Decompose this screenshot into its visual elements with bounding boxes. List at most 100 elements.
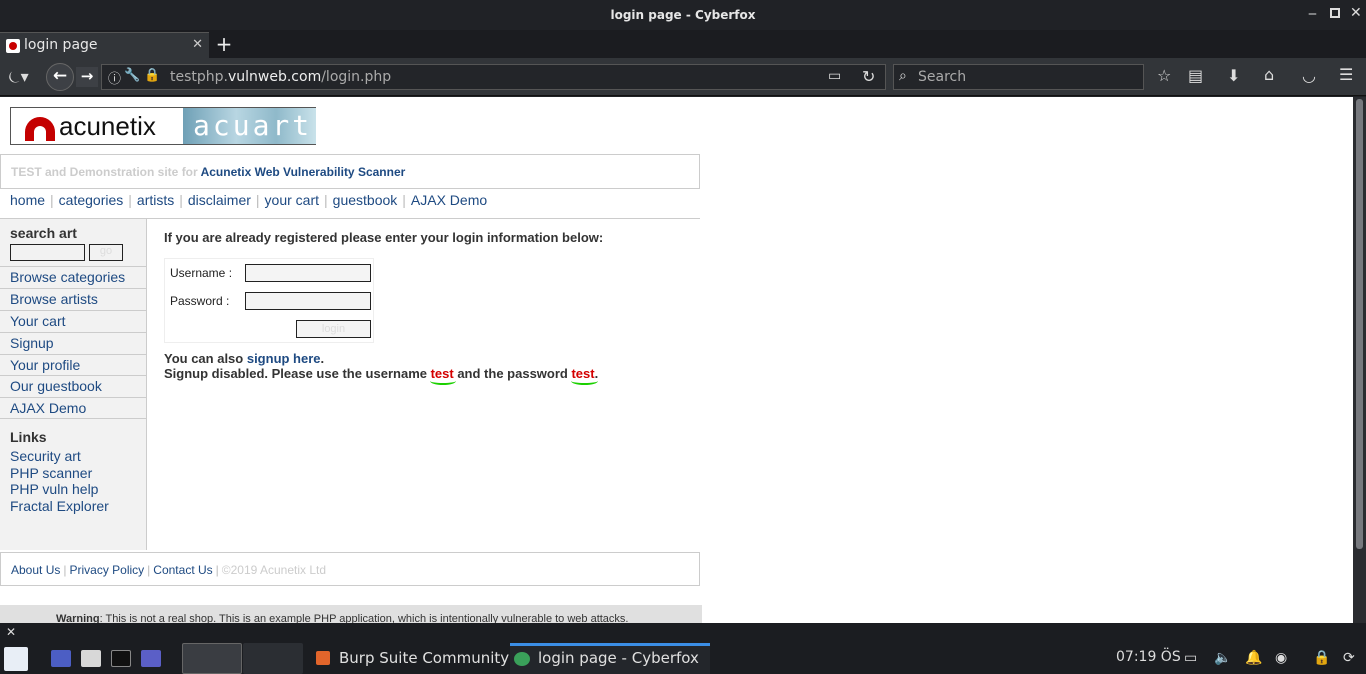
window-titlebar: login page - Cyberfox ‒ ✕ bbox=[0, 0, 1366, 30]
page-scrollbar[interactable] bbox=[1353, 97, 1366, 623]
panel-strip: ✕ bbox=[0, 623, 1366, 643]
display-icon[interactable]: ▭ bbox=[1184, 650, 1197, 666]
footer-contact-us[interactable]: Contact Us bbox=[153, 563, 212, 577]
power-manager-icon[interactable]: ◉ bbox=[1275, 650, 1287, 666]
search-go-button[interactable]: go bbox=[89, 244, 123, 261]
pocket-icon[interactable]: ◡ bbox=[1302, 66, 1316, 85]
link-fractal-explorer[interactable]: Fractal Explorer bbox=[10, 498, 109, 514]
acunetix-mark-icon bbox=[25, 117, 55, 141]
link-security-art[interactable]: Security art bbox=[10, 448, 81, 464]
sidebar-browse-categories[interactable]: Browse categories bbox=[0, 266, 146, 288]
volume-icon[interactable]: 🔈 bbox=[1214, 650, 1231, 666]
acunetix-favicon-icon bbox=[6, 39, 20, 53]
scrollbar-thumb[interactable] bbox=[1356, 99, 1363, 549]
nav-categories[interactable]: categories bbox=[59, 192, 124, 208]
top-navigation: home | categories | artists | disclaimer | your … bbox=[10, 192, 488, 208]
footer-about-us[interactable]: About Us bbox=[11, 563, 60, 577]
info-icon[interactable]: ⓘ bbox=[108, 68, 121, 87]
key-icon[interactable]: 🔧 bbox=[124, 68, 140, 83]
site-logo[interactable]: acunetix acuart bbox=[10, 107, 316, 145]
burp-icon bbox=[316, 651, 330, 665]
window-title: login page - Cyberfox bbox=[610, 8, 756, 22]
address-bar[interactable]: ⓘ 🔧 🔒 testphp.vulnweb.com/login.php ▭ ↻ bbox=[101, 64, 886, 90]
footer-privacy-policy[interactable]: Privacy Policy bbox=[69, 563, 144, 577]
workspace-switcher[interactable] bbox=[182, 643, 242, 674]
password-input[interactable] bbox=[245, 292, 371, 310]
login-button[interactable]: login bbox=[296, 320, 371, 338]
clock[interactable]: 07:19 ÖS bbox=[1116, 649, 1181, 665]
warning-label: Warning bbox=[56, 613, 100, 623]
nav-disclaimer[interactable]: disclaimer bbox=[188, 192, 251, 208]
screen-recorder-icon[interactable] bbox=[141, 650, 161, 667]
url-text[interactable]: testphp.vulnweb.com/login.php bbox=[170, 69, 391, 85]
file-manager-icon[interactable] bbox=[81, 650, 101, 667]
terminal-icon[interactable] bbox=[111, 650, 131, 667]
workspace-2[interactable] bbox=[243, 643, 303, 674]
logo-right-text: acuart bbox=[193, 109, 313, 142]
page-content: acunetix acuart TEST and Demonstration s… bbox=[0, 97, 1353, 623]
maximize-icon[interactable] bbox=[1330, 8, 1340, 18]
search-art-input[interactable] bbox=[10, 244, 85, 261]
login-intro-text: If you are already registered please ent… bbox=[164, 230, 604, 245]
task-burp-suite[interactable]: Burp Suite Community E... bbox=[310, 643, 538, 674]
forward-button[interactable]: → bbox=[76, 67, 98, 87]
sidebar-your-profile[interactable]: Your profile bbox=[0, 354, 146, 376]
close-window-icon[interactable]: ✕ bbox=[1350, 5, 1362, 21]
task-label: Burp Suite Community E... bbox=[339, 649, 538, 667]
sidebar-ajax-demo[interactable]: AJAX Demo bbox=[0, 397, 146, 419]
login-form: Username : Password : login bbox=[164, 258, 374, 343]
new-tab-button[interactable]: + bbox=[212, 34, 236, 56]
search-art-heading: search art bbox=[10, 225, 77, 241]
taskbar: Burp Suite Community E... login page - C… bbox=[0, 643, 1366, 674]
download-icon[interactable]: ⬇ bbox=[1227, 66, 1240, 85]
home-icon[interactable]: ⌂ bbox=[1264, 65, 1274, 84]
back-button[interactable]: ← bbox=[46, 63, 74, 91]
reader-view-icon[interactable]: ▭ bbox=[828, 68, 841, 84]
nav-home[interactable]: home bbox=[10, 192, 45, 208]
nav-artists[interactable]: artists bbox=[137, 192, 174, 208]
password-label: Password : bbox=[170, 294, 230, 308]
credentials-hint: Signup disabled. Please use the username… bbox=[164, 366, 599, 381]
sidebar-signup[interactable]: Signup bbox=[0, 332, 146, 354]
navigation-toolbar: ⏾▾ ← → ⓘ 🔧 🔒 testphp.vulnweb.com/login.p… bbox=[0, 58, 1366, 96]
link-php-scanner[interactable]: PHP scanner bbox=[10, 465, 92, 481]
left-sidebar: search art go Browse categories Browse a… bbox=[0, 219, 147, 550]
nav-ajax-demo[interactable]: AJAX Demo bbox=[411, 192, 487, 208]
search-icon: ⌕ bbox=[899, 68, 907, 84]
nav-guestbook[interactable]: guestbook bbox=[333, 192, 398, 208]
close-tab-icon[interactable]: ✕ bbox=[192, 37, 203, 52]
search-placeholder: Search bbox=[918, 69, 967, 85]
signup-link[interactable]: signup here bbox=[247, 351, 321, 366]
kali-menu-icon[interactable] bbox=[4, 647, 28, 671]
search-box[interactable]: ⌕ Search bbox=[893, 64, 1144, 90]
link-php-vuln-help[interactable]: PHP vuln help bbox=[10, 481, 98, 497]
acuart-logo: acuart bbox=[183, 108, 316, 144]
close-panel-icon[interactable]: ✕ bbox=[6, 625, 16, 639]
sidebar-your-cart[interactable]: Your cart bbox=[0, 310, 146, 332]
sidebar-our-guestbook[interactable]: Our guestbook bbox=[0, 375, 146, 397]
lock-screen-icon[interactable]: 🔒 bbox=[1313, 650, 1330, 666]
task-label: login page - Cyberfox bbox=[538, 649, 699, 667]
scanner-link[interactable]: Acunetix Web Vulnerability Scanner bbox=[201, 165, 406, 179]
bookmarks-list-icon[interactable]: ▤ bbox=[1188, 66, 1203, 85]
reload-icon[interactable]: ↻ bbox=[862, 67, 875, 86]
insecure-lock-icon[interactable]: 🔒 bbox=[144, 68, 160, 83]
nav-your-cart[interactable]: your cart bbox=[265, 192, 319, 208]
bookmark-star-icon[interactable]: ☆ bbox=[1157, 66, 1171, 85]
sidebar-browse-artists[interactable]: Browse artists bbox=[0, 288, 146, 310]
logo-left-text: acunetix bbox=[59, 111, 156, 141]
hamburger-menu-icon[interactable]: ☰ bbox=[1339, 65, 1353, 84]
minimize-icon[interactable]: ‒ bbox=[1308, 6, 1317, 22]
signup-hint: You can also signup here. bbox=[164, 351, 325, 366]
username-input[interactable] bbox=[245, 264, 371, 282]
warning-text: : This is not a real shop. This is an ex… bbox=[99, 613, 629, 623]
desktop-icon[interactable] bbox=[51, 650, 71, 667]
cyberfox-icon bbox=[514, 652, 530, 666]
notification-bell-icon[interactable]: 🔔 bbox=[1245, 650, 1262, 666]
tagline-text: TEST and Demonstration site for bbox=[11, 165, 201, 179]
task-cyberfox[interactable]: login page - Cyberfox bbox=[510, 643, 710, 674]
tab-login-page[interactable]: login page ✕ bbox=[0, 32, 209, 58]
cyberfox-menu-icon[interactable]: ⏾▾ bbox=[8, 67, 29, 87]
acunetix-logo: acunetix bbox=[11, 108, 183, 144]
logout-icon[interactable]: ⟳ bbox=[1343, 650, 1355, 666]
